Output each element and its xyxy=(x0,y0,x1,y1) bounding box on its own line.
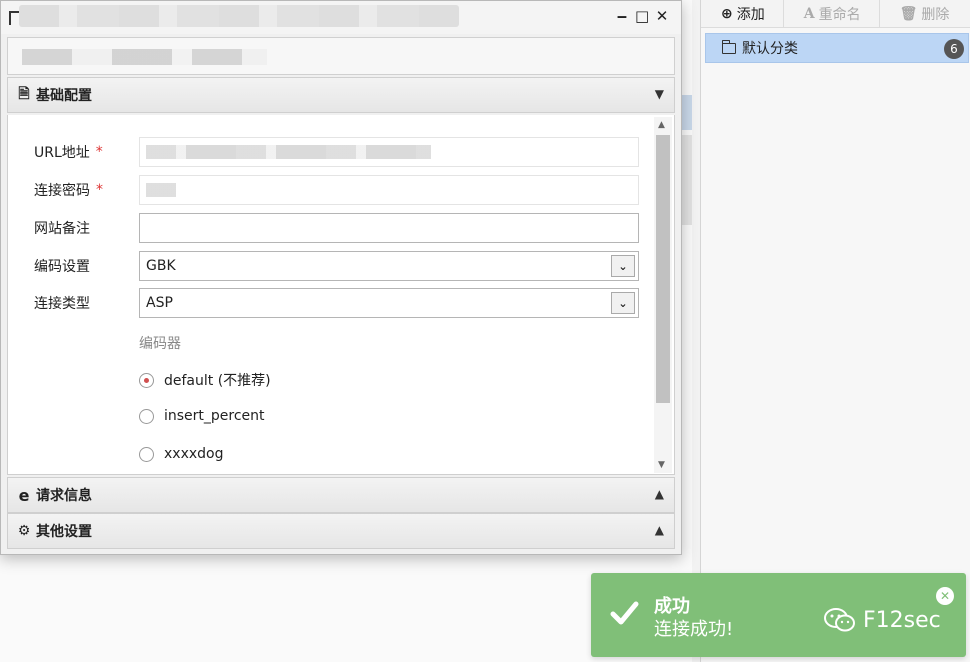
chevron-up-icon: ▲ xyxy=(654,523,664,537)
gears-icon: ⚙ xyxy=(17,523,31,539)
delete-category-label: 删除 xyxy=(921,6,950,23)
category-item-label: 默认分类 xyxy=(742,41,798,57)
plus-circle-icon: ⊕ xyxy=(721,5,733,22)
type-select[interactable]: ASP ⌄ xyxy=(139,288,639,318)
window-controls: ‒ □ ✕ xyxy=(615,7,669,25)
section-other-settings[interactable]: ⚙ 其他设置 ▲ xyxy=(7,513,675,549)
rename-category-label: 重命名 xyxy=(818,6,861,23)
encoder-option-default[interactable]: default (不推荐) xyxy=(139,370,271,390)
maximize-icon[interactable]: □ xyxy=(635,7,649,25)
watermark: F12sec xyxy=(823,607,941,633)
chevron-down-icon[interactable]: ⌄ xyxy=(611,292,635,314)
note-input[interactable] xyxy=(139,213,639,243)
encoding-value: GBK xyxy=(146,258,176,274)
wechat-icon xyxy=(824,608,855,632)
encoding-select[interactable]: GBK ⌄ xyxy=(139,251,639,281)
encoder-label: 编码器 xyxy=(139,336,181,352)
encoder-option-insert-percent[interactable]: insert_percent xyxy=(139,408,265,424)
password-row: 连接密码 * xyxy=(34,175,103,205)
dialog-title-redacted xyxy=(19,5,459,27)
password-input[interactable] xyxy=(139,175,639,205)
note-label: 网站备注 xyxy=(34,221,90,237)
section-request-info[interactable]: e 请求信息 ▲ xyxy=(7,477,675,513)
font-icon: A xyxy=(803,5,815,22)
type-value: ASP xyxy=(146,295,173,311)
file-text-icon: 🗎 xyxy=(18,86,30,102)
encoding-label: 编码设置 xyxy=(34,259,90,275)
encoder-option-xxxxdog[interactable]: xxxxdog xyxy=(139,446,223,462)
section-basic-config[interactable]: 🗎 基础配置 ▼ xyxy=(7,77,675,113)
success-toast: 成功 连接成功! ✕ F12sec xyxy=(591,573,966,657)
category-panel: ⊕ 添加 A 重命名 🗑 删除 默认分类 6 xyxy=(700,0,970,662)
type-row: 连接类型 xyxy=(34,288,90,318)
radio-checked[interactable] xyxy=(139,372,154,388)
encoder-option-label: insert_percent xyxy=(164,408,265,424)
dialog-titlebar[interactable]: ‒ □ ✕ xyxy=(1,1,681,34)
toolbar-redacted xyxy=(22,49,267,65)
encoder-option-label: xxxxdog xyxy=(164,446,224,462)
close-icon[interactable]: ✕ xyxy=(655,7,669,25)
add-shell-dialog: ‒ □ ✕ 🗎 基础配置 ▼ URL地址 * 连接密码 * 网站备注 编码设置 … xyxy=(0,0,682,555)
background-selected-row xyxy=(682,95,692,130)
url-input[interactable] xyxy=(139,137,639,167)
section-basic-config-title: 基础配置 xyxy=(36,88,92,104)
folder-icon xyxy=(721,39,736,54)
category-count-badge: 6 xyxy=(944,39,964,59)
url-label: URL地址 xyxy=(34,145,90,161)
required-mark: * xyxy=(95,144,103,160)
category-item-default[interactable]: 默认分类 6 xyxy=(705,33,969,63)
dialog-toolbar xyxy=(7,37,675,75)
check-icon xyxy=(610,601,639,625)
category-toolbar: ⊕ 添加 A 重命名 🗑 删除 xyxy=(701,0,970,28)
note-row: 网站备注 xyxy=(34,213,90,243)
add-category-button[interactable]: ⊕ 添加 xyxy=(701,0,784,28)
scroll-thumb[interactable] xyxy=(656,135,670,403)
password-value-redacted xyxy=(146,183,176,197)
password-label: 连接密码 xyxy=(34,183,90,199)
rename-category-button[interactable]: A 重命名 xyxy=(784,0,880,28)
chevron-up-icon: ▲ xyxy=(654,487,664,501)
minimize-icon[interactable]: ‒ xyxy=(615,7,629,25)
basic-config-form: URL地址 * 连接密码 * 网站备注 编码设置 GBK ⌄ 连接类型 ASP xyxy=(7,115,675,475)
toast-message: 连接成功! xyxy=(654,619,734,640)
section-other-settings-title: 其他设置 xyxy=(36,524,92,540)
type-label: 连接类型 xyxy=(34,296,90,312)
url-value-redacted xyxy=(146,145,431,159)
chevron-down-icon[interactable]: ⌄ xyxy=(611,255,635,277)
add-category-label: 添加 xyxy=(736,6,765,23)
radio-unchecked[interactable] xyxy=(139,446,154,462)
url-row: URL地址 * xyxy=(34,137,103,167)
close-icon[interactable]: ✕ xyxy=(936,587,954,605)
section-request-info-title: 请求信息 xyxy=(36,488,92,504)
chevron-down-icon: ▼ xyxy=(654,87,664,101)
encoder-option-label: default (不推荐) xyxy=(164,373,271,389)
delete-category-button[interactable]: 🗑 删除 xyxy=(880,0,968,28)
scroll-up-icon[interactable]: ▲ xyxy=(658,120,665,130)
watermark-text: F12sec xyxy=(863,607,941,633)
required-mark: * xyxy=(96,182,103,198)
form-scrollbar[interactable]: ▲ ▼ xyxy=(654,117,672,473)
background-row xyxy=(682,135,692,225)
trash-icon: 🗑 xyxy=(899,5,918,22)
encoding-row: 编码设置 xyxy=(34,251,90,281)
scroll-down-icon[interactable]: ▼ xyxy=(658,460,665,470)
ie-icon: e xyxy=(18,485,30,505)
radio-unchecked[interactable] xyxy=(139,408,154,424)
window-icon xyxy=(9,11,19,25)
